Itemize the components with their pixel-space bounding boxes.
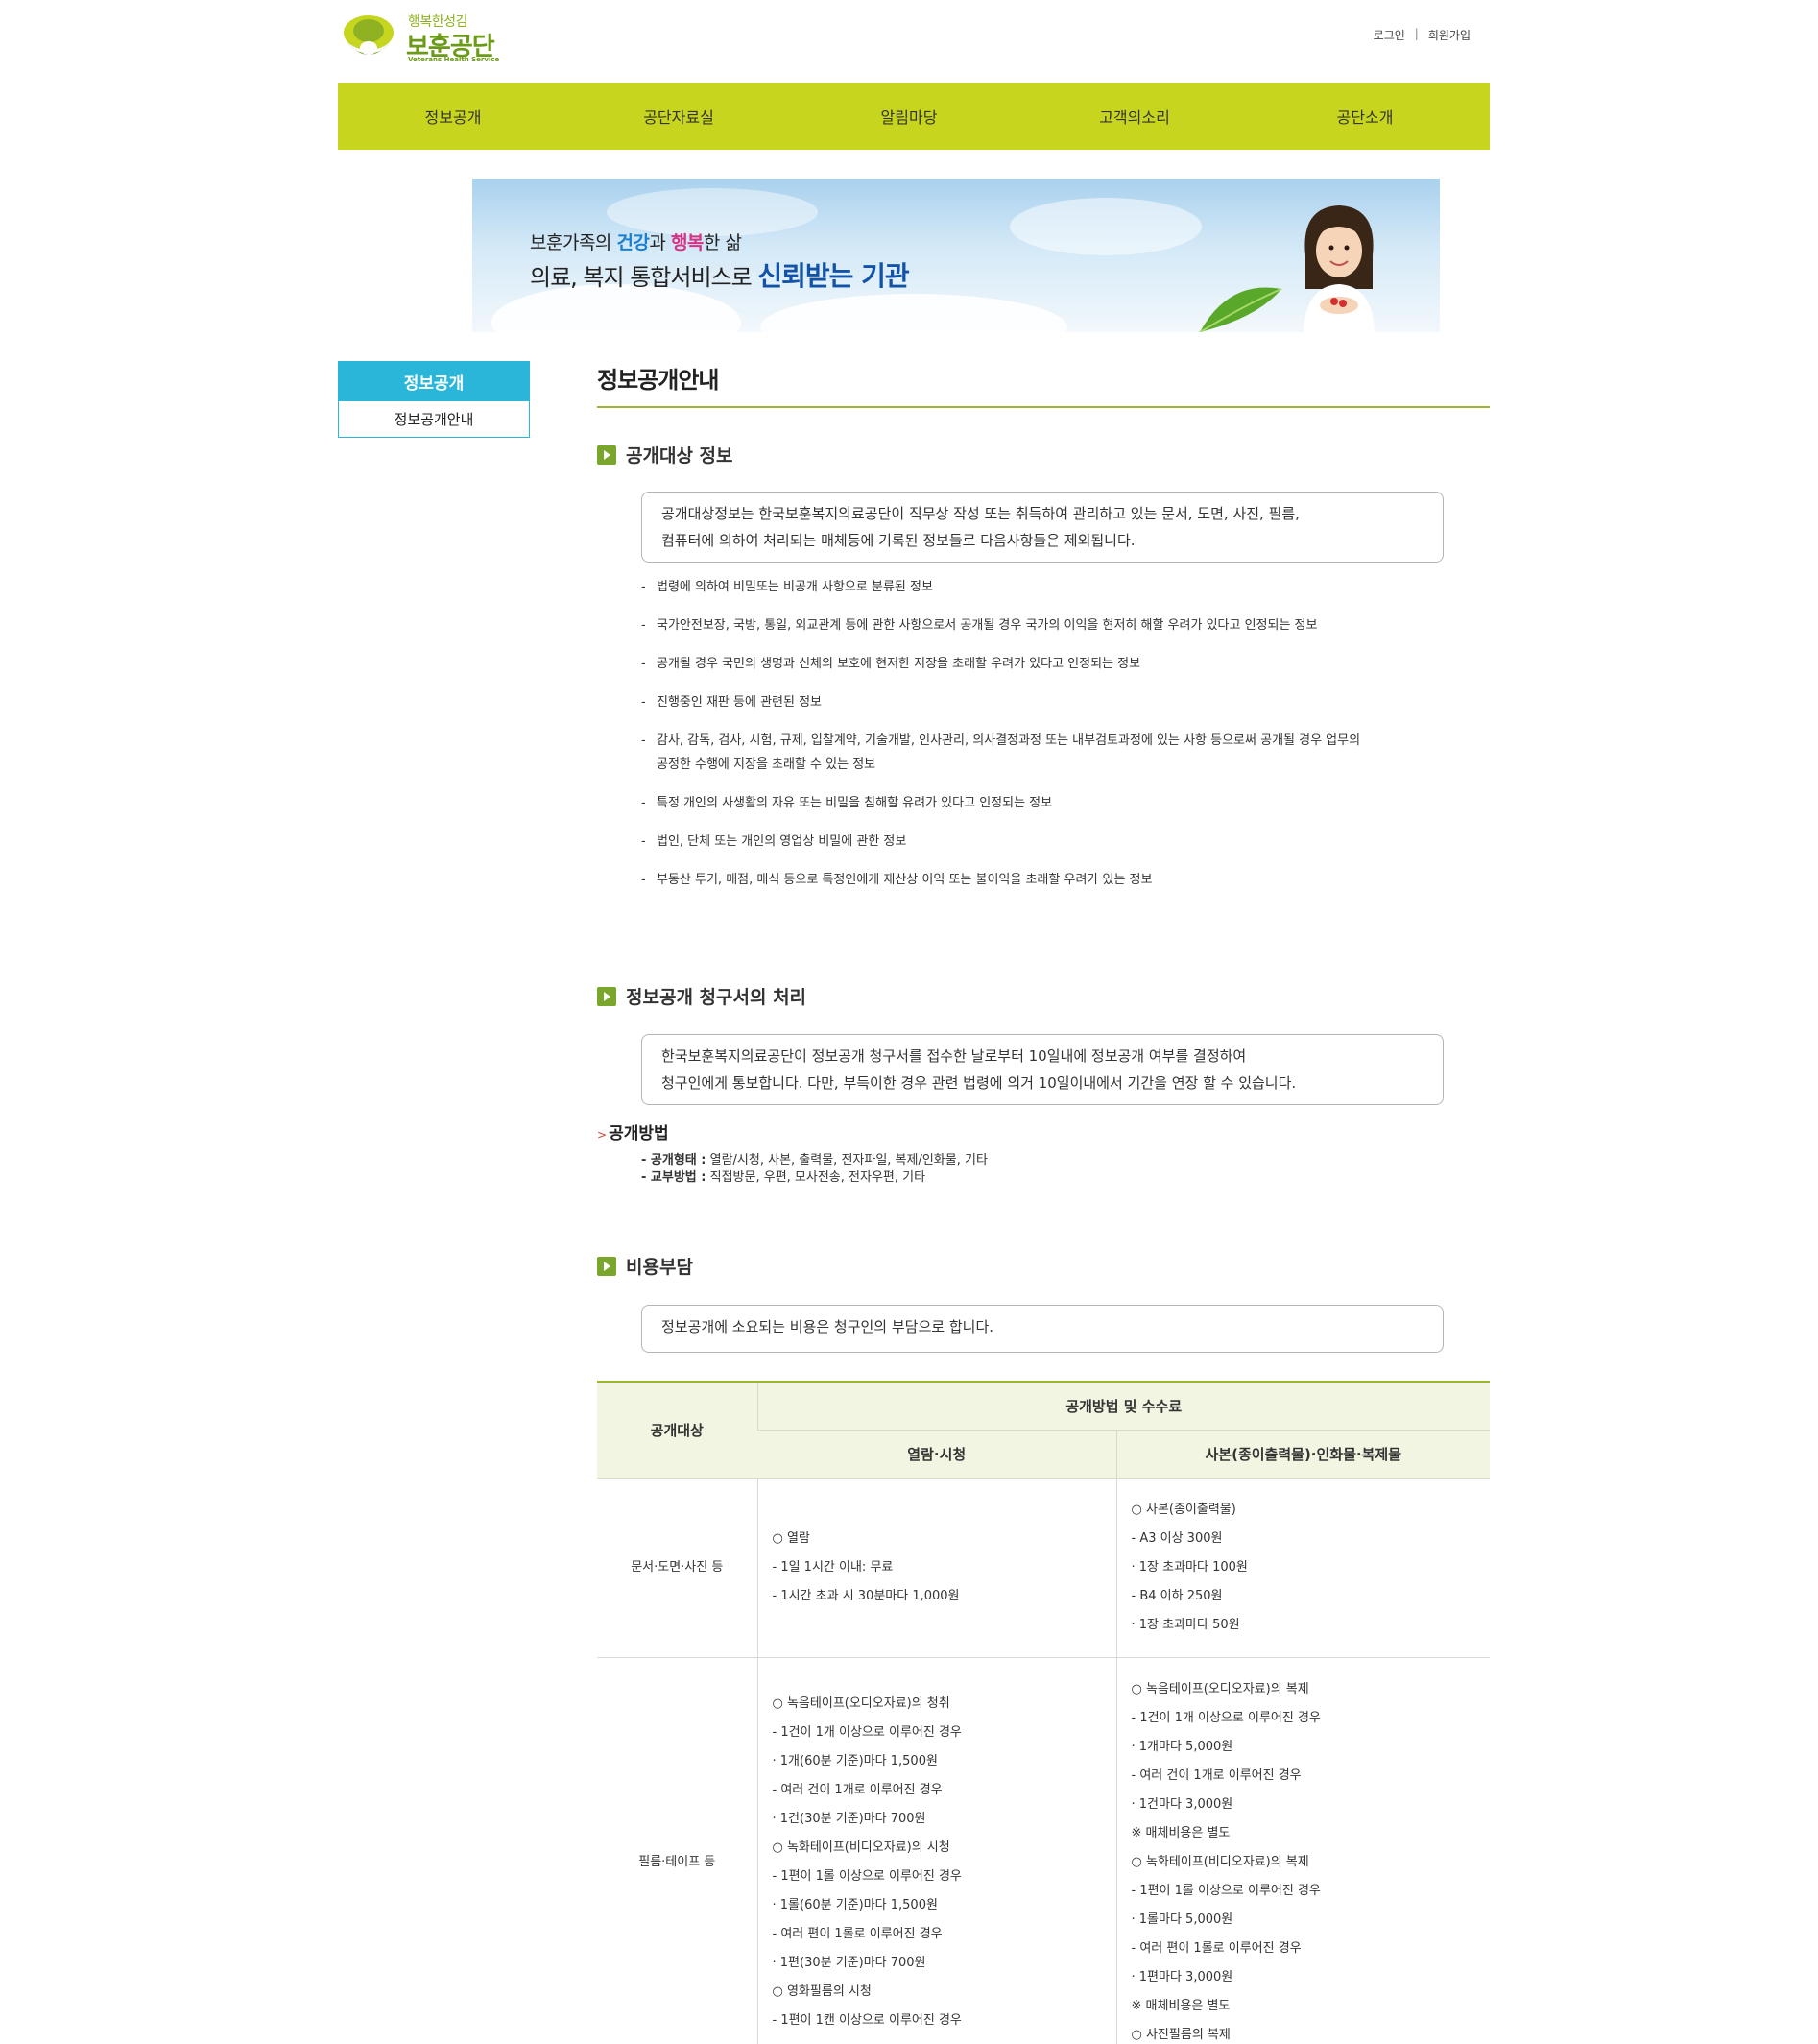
list-item: 법령에 의하여 비밀또는 비공개 사항으로 분류된 정보	[641, 575, 1371, 599]
list-item: 국가안전보장, 국방, 통일, 외교관계 등에 관한 사항으로서 공개될 경우 …	[641, 613, 1371, 637]
main-content: 정보공개안내 공개대상 정보 공개대상정보는 한국보훈복지의료공단이 직무상 작…	[597, 361, 1490, 2044]
utility-links: 로그인 | 회원가입	[1374, 27, 1471, 43]
side-navigation: 정보공개 정보공개안내	[338, 361, 530, 438]
join-link[interactable]: 회원가입	[1428, 27, 1471, 43]
section-title-cost: 비용부담	[597, 1253, 693, 1279]
header-method: 공개방법 및 수수료	[756, 1382, 1490, 1431]
sidebar-title: 정보공개	[338, 361, 530, 401]
method-delivery-item: - 교부방법 : 직접방문, 우편, 모사전송, 전자우편, 기타	[641, 1170, 926, 1185]
request-processing-box: 한국보훈복지의료공단이 정보공개 청구서를 접수한 날로부터 10일내에 정보공…	[641, 1034, 1444, 1105]
header: 행복한성김 보훈공단 Veterans Health Service 로그인 |…	[338, 0, 1490, 83]
table-row: 문서·도면·사진 등 ○ 열람 - 1일 1시간 이내: 무료 - 1시간 초과…	[597, 1478, 1490, 1658]
row-copy-cell: ○ 사본(종이출력물) - A3 이상 300원 · 1장 초과마다 100원 …	[1115, 1478, 1490, 1658]
leaf-icon	[1199, 287, 1282, 332]
header-copy: 사본(종이출력물)·인화물·복제물	[1115, 1430, 1490, 1479]
sidebar-item-info-guide[interactable]: 정보공개안내	[338, 401, 530, 438]
header-view: 열람·시청	[757, 1430, 1116, 1479]
row-target: 필름·테이프 등	[597, 1657, 757, 2044]
table-row: 필름·테이프 등 ○ 녹음테이프(오디오자료)의 청취 - 1건이 1개 이상으…	[597, 1657, 1490, 2044]
banner-headline: 보훈가족의 건강과 행복한 삶	[530, 232, 742, 253]
nav-item-customer-voice[interactable]: 고객의소리	[1029, 83, 1240, 150]
nav-item-archive[interactable]: 공단자료실	[568, 83, 789, 150]
logo[interactable]: 행복한성김 보훈공단 Veterans Health Service	[342, 12, 505, 65]
fee-table: 공개대상 공개방법 및 수수료 열람·시청 사본(종이출력물)·인화물·복제물 …	[597, 1381, 1490, 2044]
nav-item-notice[interactable]: 알림마당	[789, 83, 1029, 150]
disclosure-method-title: > 공개방법	[597, 1124, 669, 1143]
section-title-request-processing: 정보공개 청구서의 처리	[597, 983, 806, 1009]
row-copy-cell: ○ 녹음테이프(오디오자료)의 복제 - 1건이 1개 이상으로 이루어진 경우…	[1115, 1657, 1490, 2044]
list-item: 특정 개인의 사생활의 자유 또는 비밀을 침해할 유려가 있다고 인정되는 정…	[641, 791, 1371, 815]
main-banner: 보훈가족의 건강과 행복한 삶 의료, 복지 통합서비스로 신뢰받는 기관	[472, 179, 1440, 332]
list-item: 진행중인 재판 등에 관련된 정보	[641, 690, 1371, 714]
list-item: 법인, 단체 또는 개인의 영업상 비밀에 관한 정보	[641, 830, 1371, 854]
row-target: 문서·도면·사진 등	[597, 1478, 757, 1658]
child-photo	[1304, 205, 1375, 332]
row-view-cell: ○ 녹음테이프(오디오자료)의 청취 - 1건이 1개 이상으로 이루어진 경우…	[756, 1657, 1116, 2044]
section-title-disclosure-info: 공개대상 정보	[597, 442, 733, 468]
main-navigation: 정보공개 공단자료실 알림마당 고객의소리 공단소개	[338, 83, 1490, 150]
nav-item-about[interactable]: 공단소개	[1240, 83, 1490, 150]
arrow-right-icon	[597, 445, 616, 465]
disclosure-method-list: - 공개형태 : 열람/시청, 사본, 출력물, 전자파일, 복제/인화물, 기…	[641, 1152, 988, 1187]
nav-item-info-disclosure[interactable]: 정보공개	[338, 83, 568, 150]
exclusion-list: 법령에 의하여 비밀또는 비공개 사항으로 분류된 정보 국가안전보장, 국방,…	[641, 575, 1371, 906]
util-separator: |	[1414, 27, 1419, 40]
list-item: 감사, 감독, 검사, 시험, 규제, 입찰계약, 기술개발, 인사관리, 의사…	[641, 729, 1371, 777]
login-link[interactable]: 로그인	[1374, 27, 1405, 43]
cost-info-box: 정보공개에 소요되는 비용은 청구인의 부담으로 합니다.	[641, 1305, 1444, 1353]
logo-english-name: Veterans Health Service	[408, 56, 500, 63]
list-item: 공개될 경우 국민의 생명과 신체의 보호에 현저한 지장을 초래할 우려가 있…	[641, 652, 1371, 676]
banner-subheadline: 의료, 복지 통합서비스로 신뢰받는 기관	[530, 260, 910, 292]
method-form-item: - 공개형태 : 열람/시청, 사본, 출력물, 전자파일, 복제/인화물, 기…	[641, 1153, 988, 1167]
list-item: 부동산 투기, 매점, 매식 등으로 특정인에게 재산상 이익 또는 불이익을 …	[641, 868, 1371, 892]
row-view-cell: ○ 열람 - 1일 1시간 이내: 무료 - 1시간 초과 시 30분마다 1,…	[756, 1478, 1116, 1658]
logo-symbol-icon	[344, 15, 394, 55]
header-target: 공개대상	[597, 1382, 757, 1479]
table-header-row: 공개대상 공개방법 및 수수료	[597, 1382, 1490, 1479]
page-title: 정보공개안내	[597, 361, 1490, 408]
disclosure-info-box: 공개대상정보는 한국보훈복지의료공단이 직무상 작성 또는 취득하여 관리하고 …	[641, 492, 1444, 563]
arrow-right-icon	[597, 1256, 616, 1276]
arrow-right-icon	[597, 986, 616, 1006]
